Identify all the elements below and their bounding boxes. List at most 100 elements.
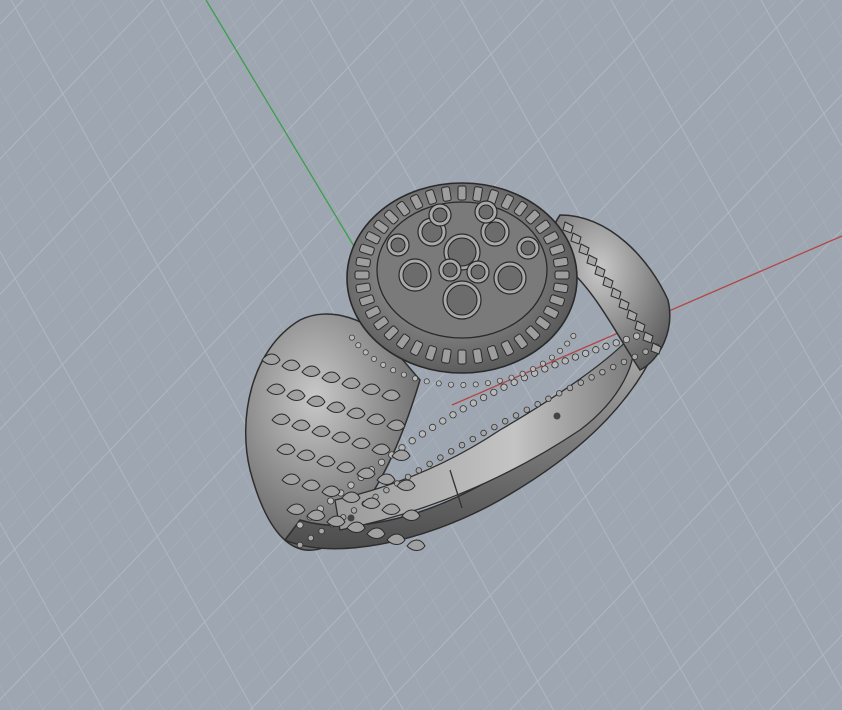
milgrain-bead — [326, 497, 335, 505]
grid-line — [700, 0, 842, 256]
grid-line — [730, 0, 842, 202]
milgrain-bead — [423, 378, 430, 385]
milgrain-bead — [564, 340, 571, 347]
milgrain-bead — [437, 454, 444, 461]
grid-line — [795, 661, 842, 710]
milgrain-bead — [350, 507, 358, 514]
stone-hole — [484, 221, 506, 243]
milgrain-bead — [307, 534, 314, 542]
stone-hole — [470, 264, 486, 280]
grid-line — [0, 0, 206, 214]
halo-prong — [472, 348, 483, 364]
milgrain-bead — [472, 381, 479, 388]
milgrain-bead — [545, 395, 552, 402]
grid-line — [0, 359, 194, 710]
milgrain-bead — [631, 353, 638, 361]
milgrain-bead — [460, 382, 467, 388]
milgrain-bead — [458, 441, 466, 449]
halo-prong — [553, 256, 569, 268]
grid-line — [760, 0, 842, 148]
stone-hole — [432, 207, 448, 223]
milgrain-bead — [469, 435, 476, 443]
milgrain-bead — [534, 401, 541, 408]
milgrain-bead — [490, 388, 498, 396]
halo-prong — [554, 270, 570, 280]
milgrain-bead — [383, 486, 390, 494]
milgrain-bead — [620, 358, 628, 366]
milgrain-bead — [610, 363, 617, 371]
grid-line — [0, 0, 128, 133]
milgrain-bead — [448, 381, 454, 388]
ring-model[interactable] — [244, 182, 671, 551]
milgrain-bead — [577, 379, 584, 386]
grid-line — [561, 418, 842, 710]
milgrain-bead — [480, 429, 487, 437]
grid-line — [717, 580, 842, 710]
grid-line — [483, 337, 842, 710]
halo-prong — [441, 348, 452, 364]
stone-hole — [442, 262, 458, 278]
grid-line — [0, 521, 104, 710]
halo-prong — [355, 256, 371, 268]
stone-hole — [497, 265, 523, 291]
milgrain-bead — [632, 332, 641, 340]
grid-line — [509, 364, 842, 710]
grid-line — [0, 0, 154, 160]
milgrain-bead — [439, 417, 447, 425]
milgrain-bead — [570, 332, 577, 339]
milgrain-bead — [296, 541, 304, 549]
grid-line — [743, 607, 842, 710]
milgrain-bead — [622, 335, 631, 344]
milgrain-bead — [459, 405, 467, 413]
milgrain-bead — [377, 458, 386, 466]
milgrain-bead — [566, 384, 574, 392]
stone-hole — [446, 284, 478, 316]
grid-line — [0, 467, 134, 710]
stone-hole — [520, 240, 536, 256]
grid-line — [665, 526, 842, 710]
milgrain-bead — [581, 349, 590, 357]
milgrain-bead — [519, 370, 526, 377]
milgrain-bead — [415, 467, 422, 474]
grid-line — [790, 0, 842, 93]
halo-prong — [354, 270, 370, 280]
milgrain-bead — [551, 361, 559, 369]
milgrain-bead — [408, 437, 416, 445]
milgrain-bead — [530, 366, 537, 372]
milgrain-bead — [612, 339, 620, 347]
milgrain-bead — [496, 377, 503, 384]
milgrain-bead — [479, 393, 488, 402]
filigree-scroll — [406, 539, 426, 551]
milgrain-bead — [435, 380, 442, 387]
milgrain-bead — [412, 375, 419, 382]
milgrain-bead — [491, 423, 498, 431]
milgrain-bead — [428, 423, 437, 431]
viewport-canvas[interactable] — [0, 0, 842, 710]
grid-line — [0, 0, 180, 187]
milgrain-bead — [296, 521, 304, 529]
milgrain-bead — [556, 390, 563, 397]
halo-prong — [472, 186, 483, 202]
grid-line — [0, 0, 76, 79]
milgrain-bead — [318, 527, 325, 535]
milgrain-bead — [348, 334, 355, 341]
milgrain-bead — [426, 460, 433, 468]
milgrain-bead — [355, 342, 362, 349]
halo-prong — [355, 282, 371, 294]
milgrain-bead — [557, 347, 563, 354]
rhino-perspective-viewport[interactable] — [0, 0, 842, 710]
stone-hole — [402, 262, 428, 288]
milgrain-bead — [571, 353, 580, 361]
milgrain-bead — [390, 367, 397, 374]
milgrain-bead — [512, 412, 520, 419]
milgrain-bead — [539, 360, 546, 367]
grid-line — [0, 0, 102, 106]
grid-line — [0, 0, 50, 52]
grid-line — [640, 0, 842, 365]
milgrain-bead — [642, 348, 649, 355]
world-y-axis — [205, 0, 356, 249]
band-hole — [347, 514, 355, 522]
milgrain-bead — [523, 406, 530, 414]
milgrain-bead — [548, 354, 555, 361]
milgrain-bead — [362, 349, 369, 356]
